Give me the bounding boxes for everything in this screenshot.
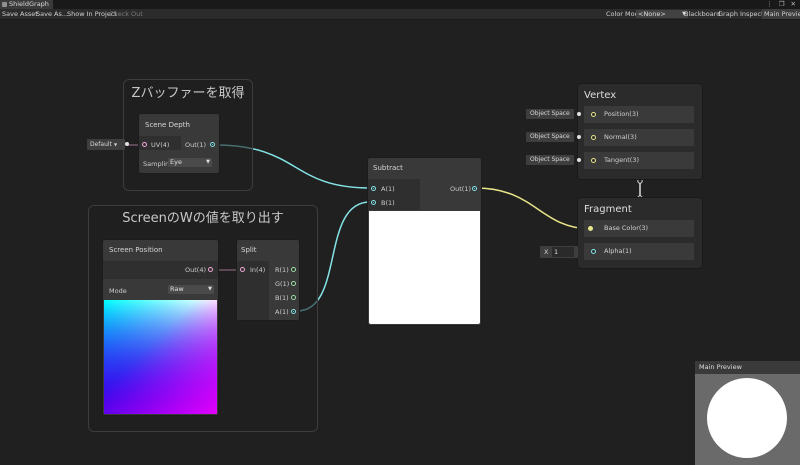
vertex-title: Vertex xyxy=(584,90,617,101)
port-label-a: A(1) xyxy=(381,185,395,193)
node-split[interactable]: Split In(4) R(1) G(1) B(1) A(1) xyxy=(237,240,299,320)
mode-dropdown[interactable]: Raw ▼ xyxy=(168,285,214,294)
preview-overlay-magenta xyxy=(104,300,217,414)
port-label-a: A(1) xyxy=(275,308,289,316)
input-port-alpha[interactable] xyxy=(591,249,596,254)
chevron-down-icon: ▼ xyxy=(206,159,210,165)
uv-default-port[interactable] xyxy=(125,142,129,146)
slot-label-tangent: Tangent(3) xyxy=(604,156,639,164)
mode-value: Raw xyxy=(170,285,184,293)
output-port-a[interactable] xyxy=(291,309,296,314)
port-label-out: Out(1) xyxy=(185,141,206,149)
space-value: Object Space xyxy=(530,133,570,140)
space-port-position[interactable] xyxy=(577,112,581,116)
fragment-context[interactable]: Fragment Base Color(3) Alpha(1) xyxy=(578,198,702,268)
output-port-g[interactable] xyxy=(291,281,296,286)
fragment-slot-base-color[interactable]: Base Color(3) xyxy=(584,220,694,237)
vertex-slot-normal[interactable]: Normal(3) xyxy=(584,129,694,146)
main-preview-title: Main Preview xyxy=(695,361,800,374)
port-label-g: G(1) xyxy=(275,280,290,288)
input-port-a[interactable] xyxy=(371,186,376,191)
sampling-dropdown[interactable]: Eye ▼ xyxy=(168,158,212,167)
slot-label-base-color: Base Color(3) xyxy=(604,224,649,232)
uv-default-value: Default xyxy=(90,141,112,148)
port-label-uv: UV(4) xyxy=(151,141,170,149)
space-field-tangent[interactable]: Object Space xyxy=(526,155,574,165)
output-port-b[interactable] xyxy=(291,295,296,300)
port-label-b: B(1) xyxy=(275,294,289,302)
port-label-b: B(1) xyxy=(381,199,395,207)
fragment-title: Fragment xyxy=(584,204,632,215)
output-port-out[interactable] xyxy=(210,142,215,147)
input-port-in[interactable] xyxy=(240,267,245,272)
output-port-out[interactable] xyxy=(472,186,477,191)
input-port-uv[interactable] xyxy=(142,142,147,147)
chevron-down-icon: ▼ xyxy=(208,286,212,292)
space-value: Object Space xyxy=(530,110,570,117)
flow-connector-top xyxy=(637,178,643,184)
space-field-normal[interactable]: Object Space xyxy=(526,132,574,142)
node-preview-white xyxy=(369,211,480,324)
node-screen-position[interactable]: Screen Position Out(4) Mode Raw ▼ xyxy=(103,240,218,415)
port-label-out: Out(1) xyxy=(450,185,471,193)
node-title: Split xyxy=(241,246,257,254)
slot-label-alpha: Alpha(1) xyxy=(604,247,632,255)
space-field-position[interactable]: Object Space xyxy=(526,109,574,119)
preview-sphere[interactable] xyxy=(707,378,787,458)
input-port-b[interactable] xyxy=(371,200,376,205)
slot-label-position: Position(3) xyxy=(604,110,639,118)
node-scene-depth[interactable]: Scene Depth UV(4) Out(1) Samplin Eye ▼ xyxy=(139,114,219,173)
port-label-in: In(4) xyxy=(250,266,266,274)
input-port-base-color[interactable] xyxy=(588,226,593,231)
input-port-position[interactable] xyxy=(591,112,596,117)
alpha-x-label: X xyxy=(544,248,549,256)
node-subtract[interactable]: Subtract A(1) B(1) Out(1) xyxy=(368,158,481,325)
slot-label-normal: Normal(3) xyxy=(604,133,637,141)
fragment-slot-alpha[interactable]: Alpha(1) xyxy=(584,243,694,260)
alpha-value-field[interactable]: X 1 xyxy=(540,246,578,258)
space-port-normal[interactable] xyxy=(577,135,581,139)
output-port-r[interactable] xyxy=(291,267,296,272)
mode-label: Mode xyxy=(109,287,127,295)
space-value: Object Space xyxy=(530,156,570,163)
port-label-out: Out(4) xyxy=(185,266,206,274)
vertex-context[interactable]: Vertex Position(3) Normal(3) Tangent(3) xyxy=(578,84,702,179)
node-title: Screen Position xyxy=(109,246,163,254)
input-port-tangent[interactable] xyxy=(591,158,596,163)
node-title: Scene Depth xyxy=(145,121,190,129)
space-port-tangent[interactable] xyxy=(577,158,581,162)
node-preview-gradient xyxy=(104,300,217,414)
input-port-normal[interactable] xyxy=(591,135,596,140)
node-title: Subtract xyxy=(373,164,403,172)
edge-subtract-to-basecolor xyxy=(475,187,591,230)
sampling-label: Samplin xyxy=(143,160,170,168)
group-title[interactable]: ScreenのWの値を取り出す xyxy=(89,207,317,226)
vertex-slot-position[interactable]: Position(3) xyxy=(584,106,694,123)
port-label-r: R(1) xyxy=(275,266,289,274)
group-title[interactable]: Zバッファーを取得 xyxy=(124,82,252,101)
sampling-value: Eye xyxy=(170,158,182,166)
main-preview-panel[interactable]: Main Preview xyxy=(695,361,800,465)
alpha-value-input[interactable]: 1 xyxy=(552,247,574,257)
vertex-slot-tangent[interactable]: Tangent(3) xyxy=(584,152,694,169)
chevron-down-icon: ▼ xyxy=(113,142,118,147)
output-port-out[interactable] xyxy=(208,267,213,272)
uv-default-field[interactable]: Default ▼ xyxy=(87,139,125,150)
